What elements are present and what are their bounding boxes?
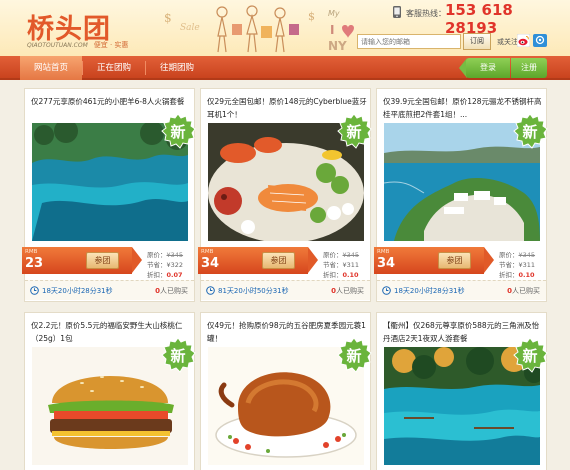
svg-text:新: 新 (170, 347, 185, 365)
join-deal-button[interactable]: 参团 (438, 252, 471, 269)
discount-rate: 折扣：0.07 (147, 271, 183, 279)
saving-amount: 节省：¥311 (499, 261, 536, 269)
tab-current-deals[interactable]: 正在团购 (83, 56, 145, 80)
countdown-timer: 18天20小时28分31秒 (394, 287, 465, 295)
deal-card[interactable]: 仅49元！抢购原价98元的五谷肥房夏季园元蓑1罐！ 新 (200, 312, 372, 470)
join-deal-button[interactable]: 参团 (86, 252, 119, 269)
new-badge-icon: 新 (337, 337, 372, 373)
deal-price: 34 (201, 256, 220, 271)
clock-icon (30, 286, 39, 295)
tab-home[interactable]: 网站首页 (20, 56, 82, 80)
original-price: 原价：¥345 (499, 251, 536, 259)
site-header: 桥头团 QIAOTOUTUAN.COM 便宜 · 实惠 $ Sale $ My I… (0, 0, 570, 56)
ribbon-tail (484, 247, 494, 273)
deal-card[interactable]: 【衢州】仅268元尊享原价588元的三角洲及怡丹酒店2天1夜双人游套餐 新 (376, 312, 548, 470)
new-badge-icon: 新 (161, 337, 196, 373)
logo-domain: QIAOTOUTUAN.COM (27, 42, 88, 49)
login-button[interactable]: 登录 (466, 58, 510, 78)
hotline-label: 客服热线： (406, 9, 446, 18)
hotline-number: 153 618 28193 (445, 1, 513, 37)
new-badge-icon: 新 (337, 113, 372, 149)
original-price: 原价：¥345 (323, 251, 360, 259)
tab-past-deals[interactable]: 往期团购 (146, 56, 208, 80)
price-ribbon: RMB 34 参团 (198, 247, 308, 274)
svg-text:$: $ (164, 11, 172, 25)
bought-count: 0人已购买 (331, 287, 364, 295)
logo-tagline: QIAOTOUTUAN.COM 便宜 · 实惠 (27, 40, 128, 50)
clock-icon (382, 286, 391, 295)
svg-text:新: 新 (522, 347, 537, 365)
discount-rate: 折扣：0.10 (323, 271, 359, 279)
svg-text:新: 新 (522, 123, 537, 141)
deal-footer: 18天20小时28分31秒 0人已购买 (25, 280, 194, 300)
deal-price: 23 (25, 256, 44, 271)
svg-text:新: 新 (346, 347, 361, 365)
phone-icon (393, 6, 401, 18)
svg-text:$: $ (308, 10, 315, 23)
new-badge-icon: 新 (513, 113, 548, 149)
ribbon-tail (308, 247, 318, 273)
logo-slogan: 便宜 · 实惠 (93, 41, 129, 49)
deal-footer: 81天20小时50分31秒 0人已购买 (201, 280, 370, 300)
main-nav: 网站首页 正在团购 往期团购 登录 注册 (0, 56, 570, 80)
svg-text:NY: NY (328, 39, 347, 53)
price-ribbon: RMB 34 参团 (374, 247, 484, 274)
qq-weibo-icon[interactable] (533, 34, 547, 47)
follow-label: 或关注 (497, 38, 518, 46)
svg-text:新: 新 (346, 123, 361, 141)
subscribe-button[interactable]: 订阅 (463, 33, 491, 50)
deal-price: 34 (377, 256, 396, 271)
register-button[interactable]: 注册 (511, 58, 547, 78)
weibo-icon[interactable] (517, 34, 530, 47)
svg-text:新: 新 (170, 123, 185, 141)
email-subscribe-input[interactable] (357, 34, 461, 49)
saving-amount: 节省：¥322 (147, 261, 184, 269)
discount-rate: 折扣：0.10 (499, 271, 535, 279)
deal-footer: 18天20小时28分31秒 0人已购买 (377, 280, 546, 300)
currency-label: RMB (377, 249, 390, 255)
join-deal-button[interactable]: 参团 (262, 252, 295, 269)
svg-text:Sale: Sale (180, 23, 200, 33)
countdown-timer: 18天20小时28分31秒 (42, 287, 113, 295)
countdown-timer: 81天20小时50分31秒 (218, 287, 289, 295)
original-price: 原价：¥345 (147, 251, 184, 259)
clock-icon (206, 286, 215, 295)
ribbon-tail (132, 247, 142, 273)
deal-card[interactable]: 仅277元享原价461元的小肥羊6-8人火锅套餐 新 RMB 23 参团 原价：… (22, 88, 196, 302)
svg-text:My: My (328, 9, 340, 18)
currency-label: RMB (25, 249, 38, 255)
price-ribbon: RMB 23 参团 (22, 247, 132, 274)
svg-text:I: I (330, 23, 334, 37)
deal-card[interactable]: 仅39.9元全国包邮！原价128元骊龙不锈钢杆高桂平底煎把2件套1组！... 新… (374, 88, 548, 302)
bought-count: 0人已购买 (507, 287, 540, 295)
deal-card[interactable]: 仅29元全国包邮！原价148元的Cyberblue蓝牙耳机1个！ 新 RMB 3… (198, 88, 372, 302)
currency-label: RMB (201, 249, 214, 255)
deal-card[interactable]: 仅2.2元！原价5.5元的福临安野生大山核桃仁（25g）1包 新 (24, 312, 196, 470)
bought-count: 0人已购买 (155, 287, 188, 295)
saving-amount: 节省：¥311 (323, 261, 360, 269)
new-badge-icon: 新 (161, 113, 196, 149)
new-badge-icon: 新 (513, 337, 548, 373)
